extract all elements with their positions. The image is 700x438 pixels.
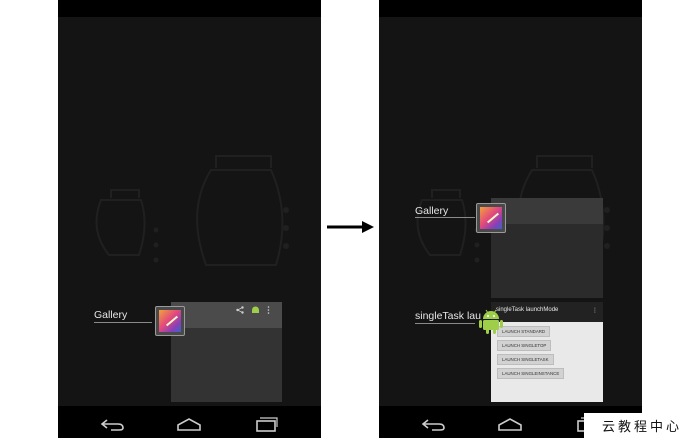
launch-singleinstance-button[interactable]: LAUNCH SINGLEINSTANCE: [497, 368, 565, 379]
thumbnail-content: [171, 328, 282, 402]
home-icon[interactable]: [494, 415, 526, 433]
recent-apps-icon[interactable]: [250, 415, 282, 433]
overflow-menu-icon[interactable]: [267, 305, 270, 314]
gallery-app-icon: [155, 306, 185, 336]
android-app-icon: [479, 309, 503, 334]
recent-app-label-underline: [415, 323, 475, 324]
android-icon: [251, 305, 260, 314]
watermark-text: 云教程中心: [584, 413, 700, 438]
recent-app-label-singletask[interactable]: singleTask lau: [415, 310, 481, 322]
thumbnail-title: singleTask launchMode: [496, 307, 559, 313]
recent-app-label-underline: [415, 217, 475, 218]
home-icon[interactable]: [173, 415, 205, 433]
thumbnail-content: [491, 224, 603, 298]
back-icon[interactable]: [96, 415, 128, 433]
share-icon: [236, 305, 244, 314]
launch-singletask-button[interactable]: LAUNCH SINGLETASK: [497, 354, 554, 365]
comparison-stage: Gallery Gallery singleTask launchMode ⋮ …: [0, 0, 700, 438]
recent-app-label-gallery[interactable]: Gallery: [415, 205, 448, 217]
status-bar: [379, 0, 642, 17]
gallery-thumbnail[interactable]: [171, 302, 282, 402]
right-arrow-icon: [327, 221, 374, 233]
left-phone-screen: Gallery: [58, 0, 321, 438]
gallery-app-icon: [476, 203, 506, 233]
recent-app-label-underline: [94, 322, 152, 323]
back-icon[interactable]: [417, 415, 449, 433]
right-phone-screen: Gallery singleTask launchMode ⋮ LAUNCH S…: [379, 0, 642, 438]
thumbnail-action-icons: [236, 305, 270, 314]
recent-app-label-gallery[interactable]: Gallery: [94, 309, 127, 321]
status-bar: [58, 0, 321, 17]
singletask-thumbnail[interactable]: singleTask launchMode ⋮ LAUNCH STANDARD …: [491, 302, 603, 402]
thumbnail-action-bar: singleTask launchMode ⋮: [491, 302, 603, 322]
thumbnail-action-bar: [491, 198, 603, 224]
launch-singletop-button[interactable]: LAUNCH SINGLETOP: [497, 340, 552, 351]
gallery-thumbnail[interactable]: [491, 198, 603, 298]
overflow-menu-icon[interactable]: ⋮: [592, 307, 598, 314]
wallpaper-mittens-graphic: [95, 155, 289, 266]
navigation-bar: [58, 406, 321, 438]
